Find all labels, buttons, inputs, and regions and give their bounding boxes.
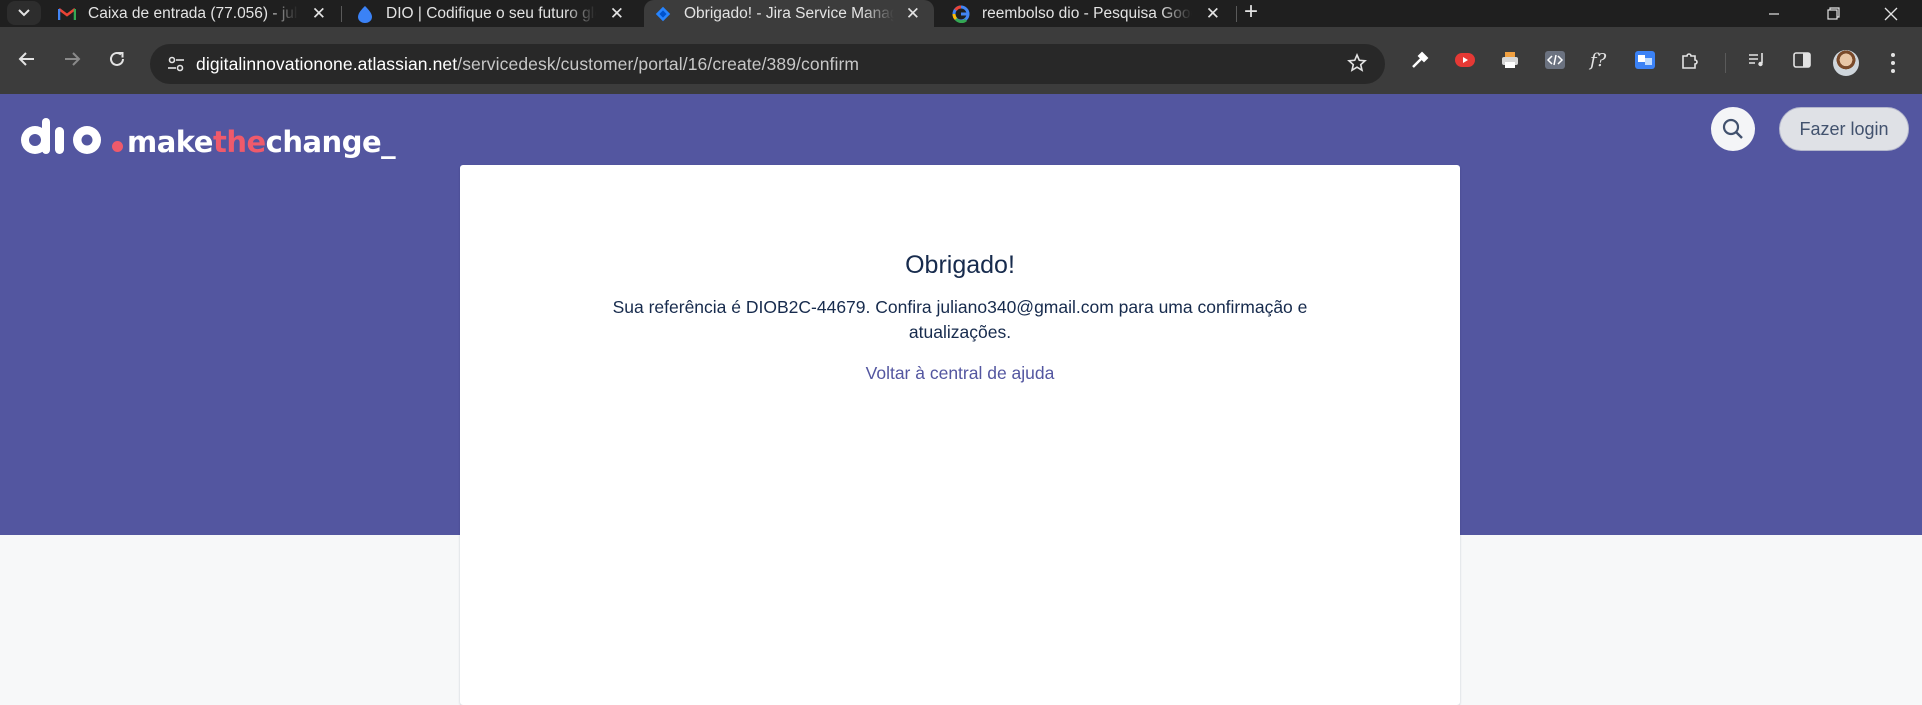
- address-bar[interactable]: digitalinnovationone.atlassian.net/servi…: [150, 44, 1385, 84]
- tab-search-button[interactable]: [7, 1, 41, 25]
- arrow-right-icon: [65, 52, 81, 66]
- restore-icon: [1826, 7, 1840, 20]
- close-window-button[interactable]: [1868, 0, 1914, 27]
- tab-google[interactable]: reembolso dio - Pesquisa Goog ✕: [952, 0, 1234, 27]
- browser-tab-strip: Caixa de entrada (77.056) - julia ✕ DIO …: [0, 0, 1922, 27]
- close-icon[interactable]: ✕: [610, 4, 624, 24]
- formula-extension-icon[interactable]: f?: [1586, 46, 1614, 74]
- close-icon[interactable]: ✕: [1206, 4, 1220, 24]
- tab-title: Caixa de entrada (77.056) - julia: [88, 4, 298, 22]
- minimize-button[interactable]: [1751, 0, 1797, 27]
- translate-extension-icon[interactable]: [1631, 46, 1659, 74]
- tab-jira[interactable]: Obrigado! - Jira Service Manage ✕: [644, 0, 934, 27]
- eyedropper-extension-icon[interactable]: [1406, 46, 1434, 74]
- confirmation-card: Obrigado! Sua referência é DIOB2C-44679.…: [460, 165, 1460, 705]
- logo-dot: [112, 141, 123, 152]
- code-extension-icon[interactable]: [1541, 46, 1569, 74]
- dio-logo[interactable]: makethechange_: [20, 108, 396, 159]
- tab-title: DIO | Codifique o seu futuro glo: [386, 4, 596, 22]
- tab-divider: [1236, 6, 1237, 22]
- chevron-down-icon: [18, 9, 30, 17]
- confirmation-message: Sua referência é DIOB2C-44679. Confira j…: [612, 297, 1308, 342]
- browser-toolbar: digitalinnovationone.atlassian.net/servi…: [0, 27, 1922, 94]
- bookmark-star-icon[interactable]: [1347, 52, 1367, 78]
- tab-divider: [341, 6, 342, 22]
- gmail-icon: [58, 5, 76, 23]
- google-icon: [952, 5, 970, 23]
- reload-button[interactable]: [102, 44, 132, 74]
- url-host: digitalinnovationone.atlassian.net: [196, 53, 458, 74]
- close-icon[interactable]: ✕: [906, 4, 920, 24]
- url-text: digitalinnovationone.atlassian.net/servi…: [196, 54, 859, 75]
- restore-button[interactable]: [1810, 0, 1856, 27]
- youtube-extension-icon[interactable]: [1451, 46, 1479, 74]
- confirmation-title: Obrigado!: [905, 251, 1015, 279]
- jira-icon: [654, 5, 672, 23]
- tab-gmail[interactable]: Caixa de entrada (77.056) - julia ✕: [58, 0, 340, 27]
- profile-avatar[interactable]: [1833, 50, 1859, 76]
- dio-icon: [356, 5, 374, 23]
- forward-button[interactable]: [57, 44, 87, 74]
- tab-dio[interactable]: DIO | Codifique o seu futuro glo ✕: [356, 0, 638, 27]
- back-to-help-center-link[interactable]: Voltar à central de ajuda: [460, 363, 1460, 384]
- close-icon[interactable]: ✕: [312, 4, 326, 24]
- arrow-left-icon: [18, 52, 34, 66]
- tab-title: Obrigado! - Jira Service Manage: [684, 4, 894, 22]
- site-info-icon[interactable]: [156, 56, 196, 72]
- side-panel-icon[interactable]: [1788, 46, 1816, 74]
- browser-menu-icon[interactable]: [1886, 48, 1900, 78]
- search-icon: [1722, 118, 1743, 139]
- toolbar-divider: [1725, 53, 1726, 73]
- reload-icon: [110, 51, 124, 66]
- extensions-puzzle-icon[interactable]: [1676, 46, 1704, 74]
- logo-tagline: makethechange_: [127, 125, 396, 159]
- printer-extension-icon[interactable]: [1496, 46, 1524, 74]
- back-button[interactable]: [12, 44, 42, 74]
- close-icon: [1884, 7, 1898, 20]
- search-button[interactable]: [1711, 107, 1755, 151]
- tab-title: reembolso dio - Pesquisa Goog: [982, 4, 1192, 22]
- new-tab-button[interactable]: +: [1244, 0, 1258, 27]
- dio-logo-mark: [20, 114, 125, 158]
- media-control-icon[interactable]: [1743, 46, 1771, 74]
- login-button[interactable]: Fazer login: [1779, 107, 1909, 151]
- url-path: /servicedesk/customer/portal/16/create/3…: [457, 53, 860, 74]
- svg-text:f?: f?: [1588, 50, 1607, 70]
- minimize-icon: [1769, 12, 1779, 15]
- page-content: makethechange_ Fazer login Obrigado! Sua…: [0, 94, 1922, 705]
